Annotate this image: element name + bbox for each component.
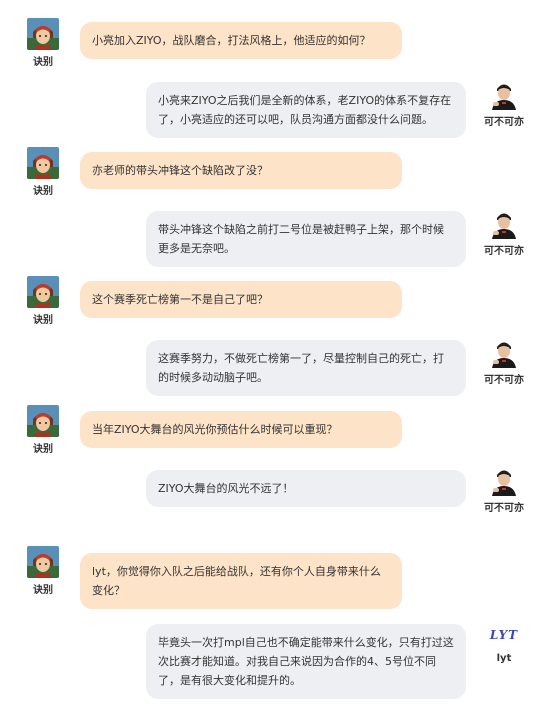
username: 诀别 (33, 315, 53, 326)
username: 诀别 (33, 57, 53, 68)
interviewer-avatar-block: 诀别 (21, 18, 65, 68)
answer-bubble: 带头冲锋这个缺陷之前打二号位是被赶鸭子上架，那个时候更多是无奈吧。 (146, 211, 466, 267)
question-bubble: 这个赛季死亡榜第一不是自己了吧？ (80, 281, 402, 318)
question-bubble: 小亮加入ZIYO，战队磨合，打法风格上，他适应的如何？ (80, 22, 402, 59)
avatar[interactable] (488, 207, 520, 239)
interviewer-avatar-block: 诀别 (21, 147, 65, 197)
avatar[interactable] (488, 464, 520, 496)
answer-bubble: ZIYO大舞台的风光不远了！ (146, 470, 466, 507)
username: 可不可亦 (484, 246, 524, 257)
username: 可不可亦 (484, 375, 524, 386)
lyt-logo[interactable]: LYT (488, 624, 520, 646)
interviewer-avatar-block: 诀别 (21, 546, 65, 596)
avatar[interactable] (27, 276, 59, 308)
avatar[interactable] (27, 147, 59, 179)
answer-bubble: 这赛季努力，不做死亡榜第一了，尽量控制自己的死亡，打的时候多动动脑子吧。 (146, 340, 466, 396)
player-avatar-block: 可不可亦 (482, 464, 526, 514)
answer-bubble: 毕竟头一次打mpl自己也不确定能带来什么变化，只有打过这次比赛才能知道。对我自己… (146, 624, 466, 699)
player-avatar-block: 可不可亦 (482, 78, 526, 128)
username: 诀别 (33, 444, 53, 455)
username: lyt (496, 653, 512, 664)
question-bubble: 当年ZIYO大舞台的风光你预估什么时候可以重现？ (80, 411, 402, 448)
player-avatar-block: 可不可亦 (482, 336, 526, 386)
interviewer-avatar-block: 诀别 (21, 405, 65, 455)
player-avatar-block: LYT lyt (482, 624, 526, 664)
username: 诀别 (33, 585, 53, 596)
username: 可不可亦 (484, 503, 524, 514)
question-bubble: lyt，你觉得你入队之后能给战队，还有你个人自身带来什么变化？ (80, 553, 402, 609)
question-bubble: 亦老师的带头冲锋这个缺陷改了没？ (80, 152, 402, 189)
avatar[interactable] (488, 336, 520, 368)
interviewer-avatar-block: 诀别 (21, 276, 65, 326)
avatar[interactable] (27, 18, 59, 50)
answer-bubble: 小亮来ZIYO之后我们是全新的体系，老ZIYO的体系不复存在了，小亮适应的还可以… (146, 82, 466, 138)
avatar[interactable] (27, 405, 59, 437)
player-avatar-block: 可不可亦 (482, 207, 526, 257)
username: 可不可亦 (484, 117, 524, 128)
avatar[interactable] (488, 78, 520, 110)
username: 诀别 (33, 186, 53, 197)
avatar[interactable] (27, 546, 59, 578)
